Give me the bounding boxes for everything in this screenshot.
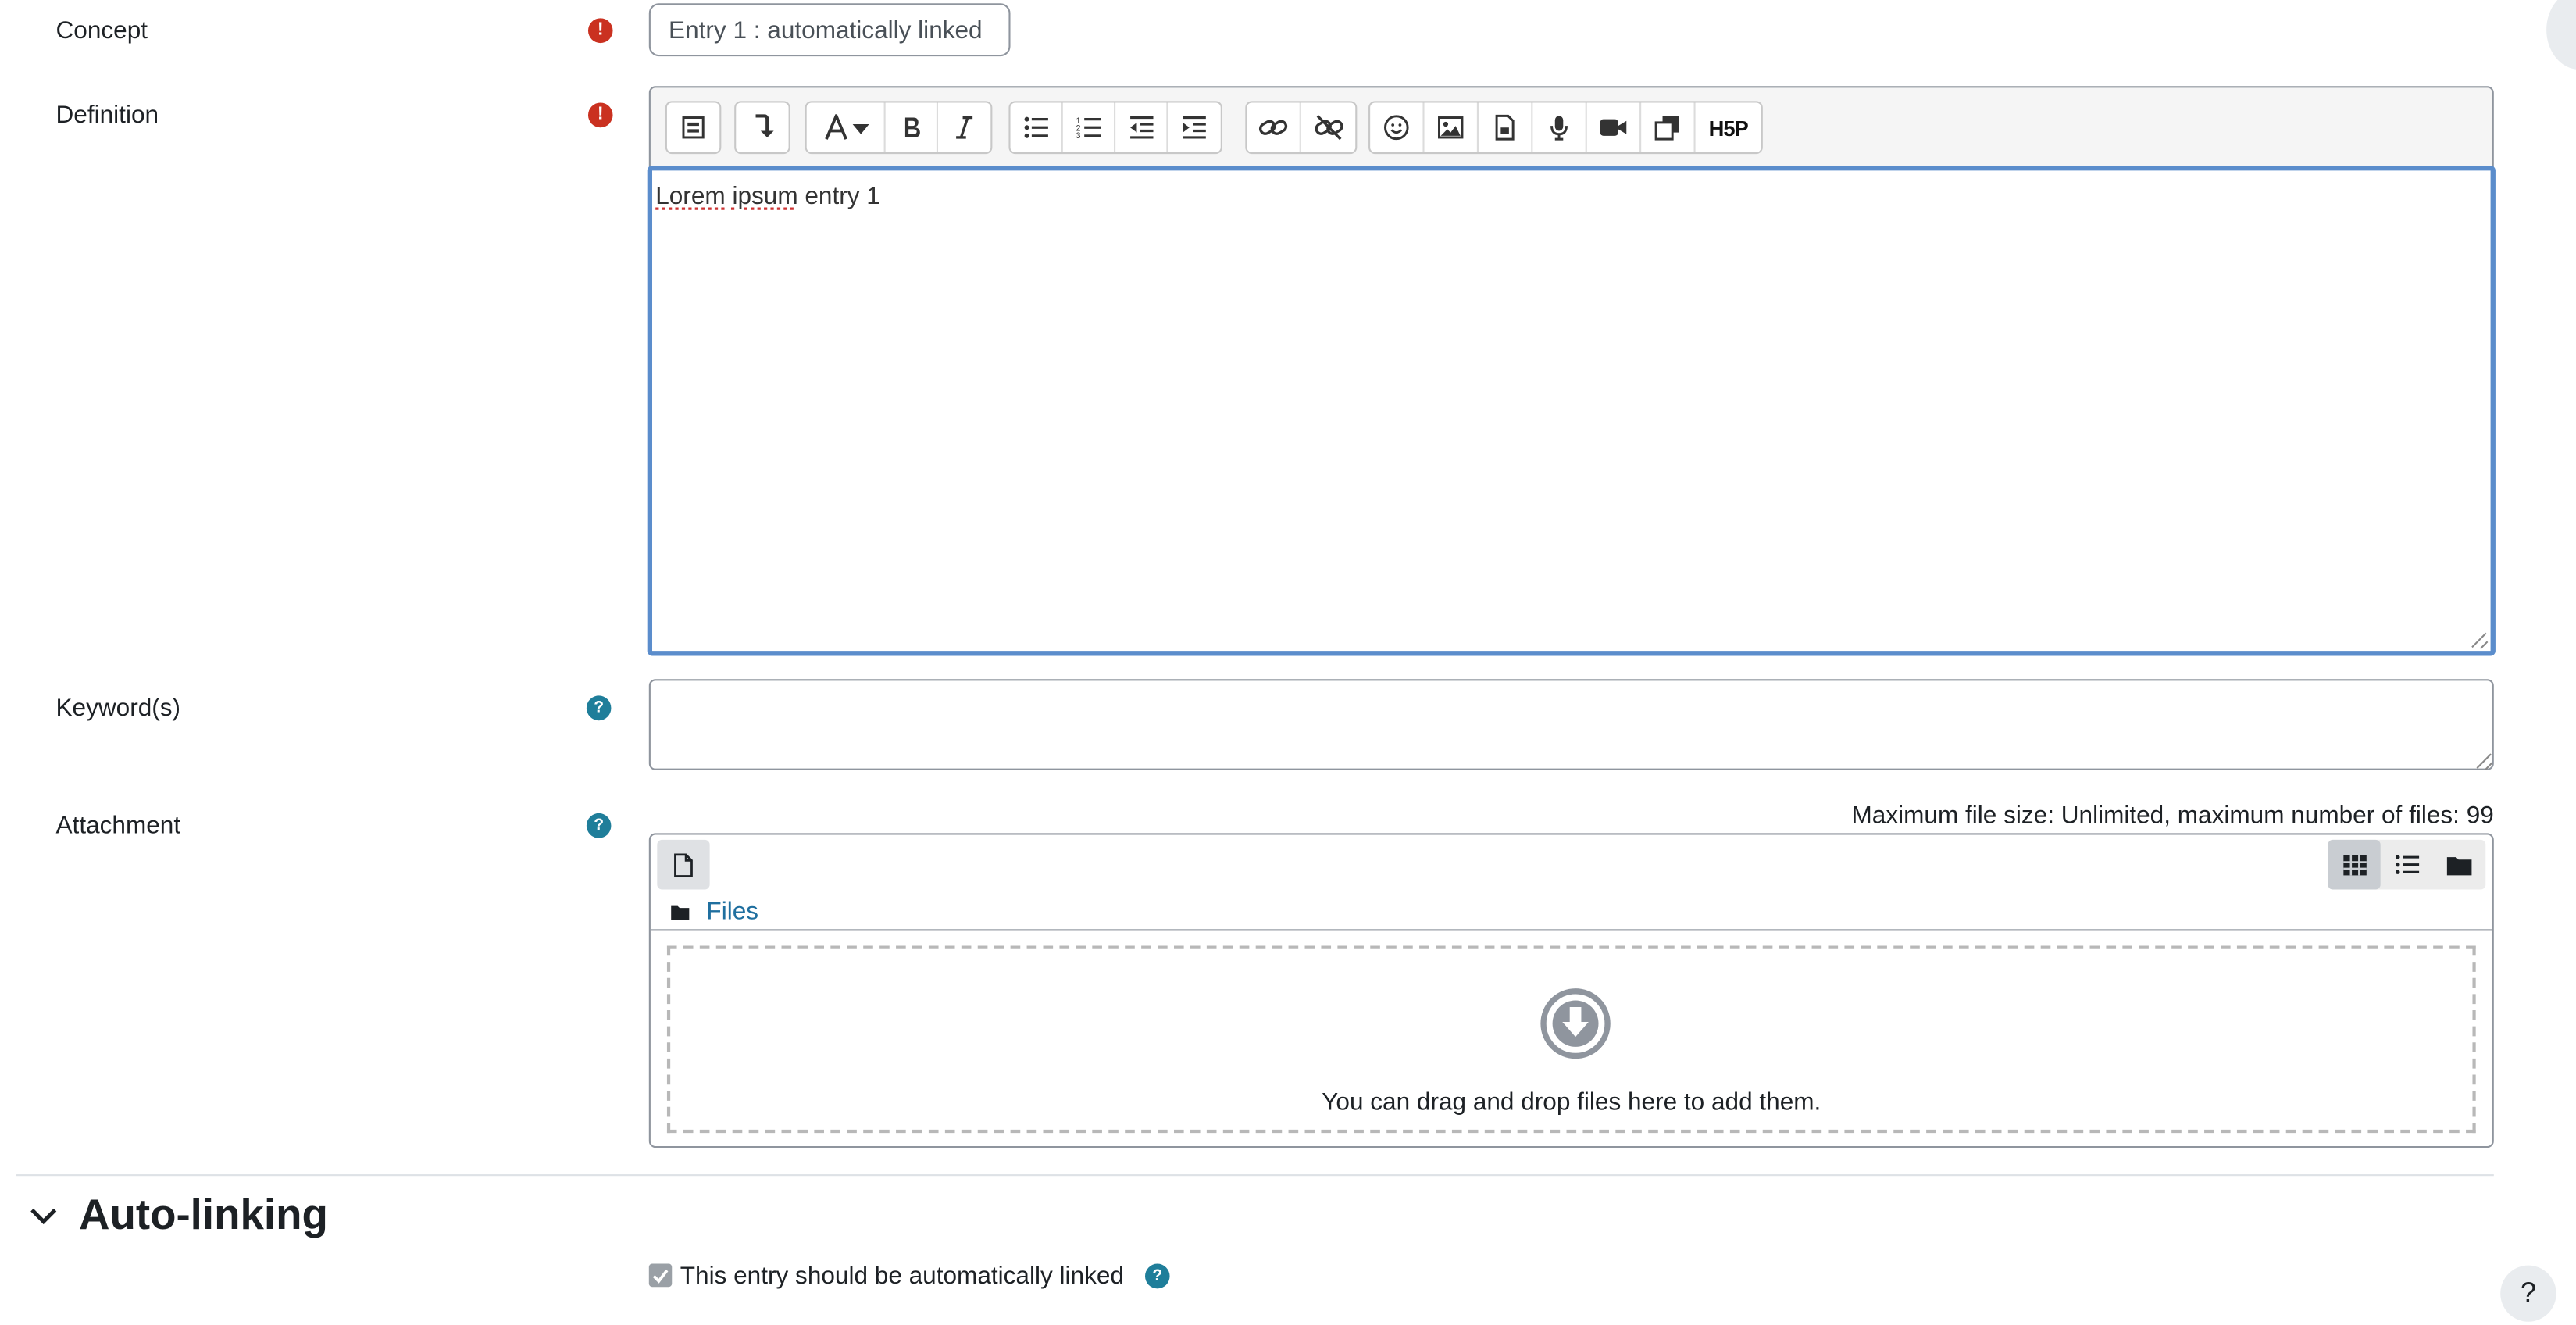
- files-path-link[interactable]: Files: [706, 898, 758, 926]
- font-style-icon[interactable]: [807, 102, 886, 153]
- file-manager: Files You can drag and drop files here t…: [648, 833, 2494, 1148]
- resize-handle[interactable]: [2472, 748, 2492, 768]
- section-title[interactable]: Auto-linking: [79, 1189, 328, 1241]
- indent-icon[interactable]: [1168, 102, 1220, 152]
- definition-text: Lorem ipsum entry 1: [655, 182, 880, 210]
- editor-toolbar: 123 H5P: [651, 88, 2492, 167]
- add-file-button[interactable]: [657, 839, 710, 890]
- help-icon[interactable]: ?: [586, 812, 612, 838]
- page: Concept ! Entry 1 : automatically linked…: [0, 0, 2576, 1325]
- autolink-checkbox[interactable]: [648, 1263, 673, 1288]
- definition-label: Definition: [55, 101, 159, 130]
- help-icon[interactable]: ?: [586, 695, 612, 721]
- image-icon[interactable]: [1425, 102, 1479, 153]
- attachment-label: Attachment: [55, 811, 181, 840]
- concept-label: Concept: [55, 16, 148, 45]
- folder-icon: [671, 905, 690, 920]
- italic-icon[interactable]: [938, 102, 990, 152]
- resize-grip: [2476, 752, 2492, 768]
- manage-files-icon[interactable]: [1641, 102, 1696, 153]
- definition-word: Lorem: [655, 182, 726, 211]
- outdent-icon[interactable]: [1115, 102, 1168, 153]
- unlink-icon[interactable]: [1301, 102, 1355, 152]
- video-camera-icon[interactable]: [1587, 102, 1642, 153]
- required-icon: !: [587, 18, 613, 44]
- drawer-toggle-button[interactable]: [2546, 0, 2576, 70]
- list-view-icon[interactable]: [2381, 840, 2433, 890]
- chevron-down-icon: [30, 1208, 57, 1225]
- floating-help-button[interactable]: ?: [2500, 1265, 2556, 1322]
- grid-view-icon[interactable]: [2328, 839, 2381, 890]
- drop-zone-text: You can drag and drop files here to add …: [1322, 1088, 1821, 1116]
- autolink-checkbox-label[interactable]: This entry should be automatically linke…: [680, 1262, 1124, 1290]
- file-icon: [674, 852, 693, 877]
- definition-editor: 123 H5P Lorem ipsum entry 1: [647, 86, 2496, 656]
- toolbar-group: H5P: [1368, 101, 1763, 155]
- file-drop-zone[interactable]: You can drag and drop files here to add …: [666, 945, 2476, 1134]
- view-switcher: [2328, 839, 2486, 890]
- breadcrumb: Files: [670, 898, 758, 926]
- collapse-toggle[interactable]: [30, 1204, 58, 1234]
- h5p-icon[interactable]: H5P: [1696, 102, 1761, 152]
- divider: [650, 929, 2492, 931]
- toolbar-group: 123: [1008, 101, 1222, 155]
- svg-text:3: 3: [1076, 131, 1080, 139]
- concept-input[interactable]: Entry 1 : automatically linked: [648, 3, 1011, 57]
- toolbar-group: [805, 101, 993, 155]
- resize-handle[interactable]: [2471, 631, 2487, 648]
- unordered-list-icon[interactable]: [1011, 102, 1063, 153]
- toolbar-group: [1245, 101, 1358, 155]
- keywords-textarea[interactable]: [648, 679, 2494, 770]
- bold-icon[interactable]: [886, 102, 938, 153]
- checkmark-icon: [652, 1268, 669, 1283]
- definition-content-area[interactable]: Lorem ipsum entry 1: [647, 165, 2496, 656]
- keywords-label: Keyword(s): [55, 694, 181, 723]
- paragraph-style-icon[interactable]: [736, 102, 788, 152]
- ordered-list-icon[interactable]: 123: [1063, 102, 1116, 153]
- tree-view-icon[interactable]: [2433, 840, 2485, 890]
- max-file-size-note: Maximum file size: Unlimited, maximum nu…: [1851, 802, 2494, 830]
- required-icon: !: [587, 102, 613, 128]
- toolbar-group: [734, 101, 790, 155]
- help-icon[interactable]: ?: [1145, 1263, 1170, 1289]
- definition-word: ipsum: [732, 182, 798, 211]
- show-more-buttons-icon[interactable]: [667, 102, 719, 152]
- section-divider: [16, 1174, 2494, 1177]
- link-icon[interactable]: [1247, 102, 1301, 153]
- media-icon[interactable]: [1479, 102, 1533, 153]
- emoticon-icon[interactable]: [1370, 102, 1425, 153]
- definition-word: entry 1: [797, 182, 880, 211]
- download-circle-icon: [1540, 988, 1611, 1059]
- microphone-icon[interactable]: [1532, 102, 1587, 153]
- toolbar-group: [665, 101, 722, 155]
